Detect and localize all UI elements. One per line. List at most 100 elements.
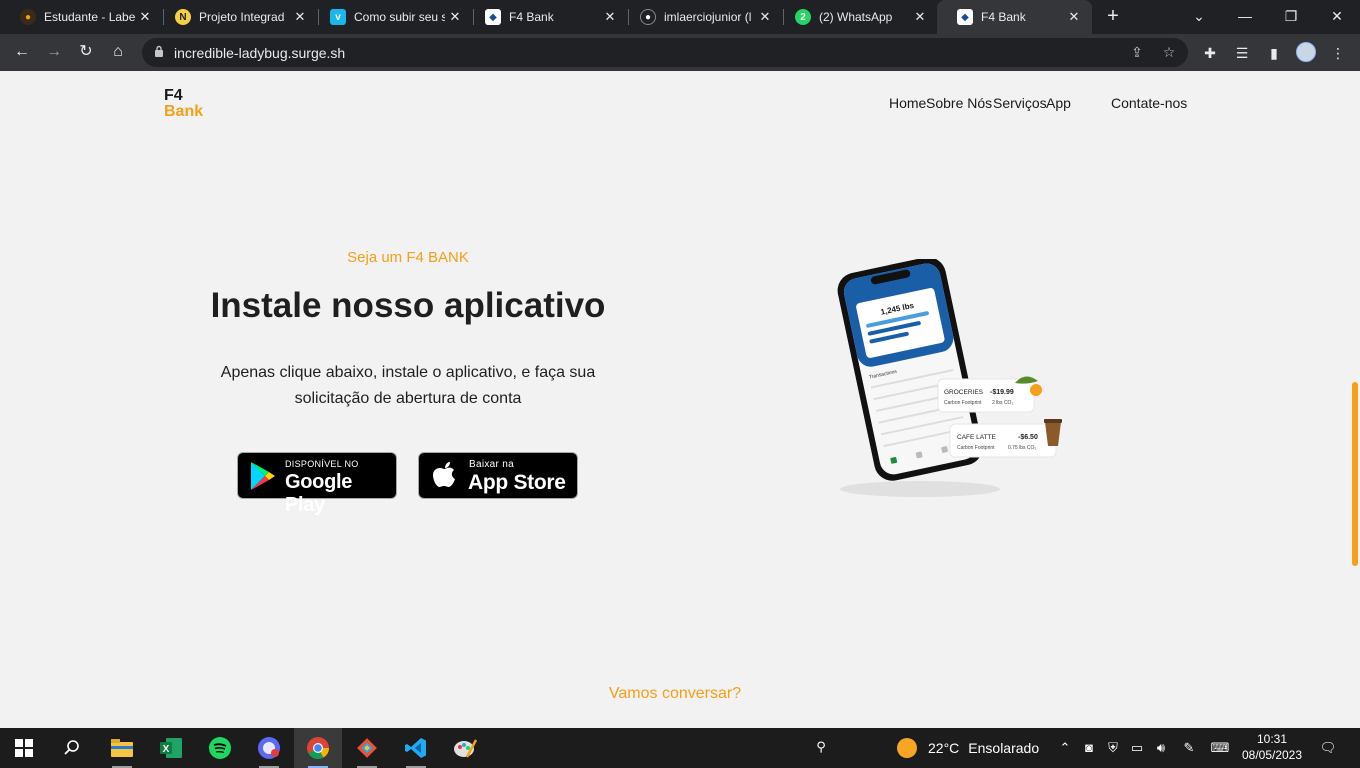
show-hidden-icons-chevron-icon[interactable]: ⌃ [1056, 739, 1074, 757]
tab-title: imlaerciojunior (l [664, 10, 752, 24]
new-tab-button[interactable]: + [1102, 5, 1124, 27]
keyboard-icon[interactable]: ⌨ [1208, 739, 1232, 757]
card1-sub-value: 2 lbs CO₂ [992, 400, 1013, 406]
restore-button[interactable]: ❐ [1268, 0, 1314, 34]
github-icon: ● [640, 9, 656, 25]
volume-icon[interactable]: 🔊︎ [1152, 739, 1170, 757]
tab-f4-bank-active[interactable]: ◆ F4 Bank ✕ [937, 0, 1092, 34]
share-icon[interactable]: ⇪ [1128, 43, 1146, 61]
vscode-icon[interactable] [392, 728, 440, 768]
windows-start-icon[interactable] [0, 728, 48, 768]
close-tab-icon[interactable]: ✕ [135, 9, 155, 25]
phone-mockup-image: 1,245 lbs Transactions GROCERIES -$19.99… [810, 257, 1070, 509]
web-page: F4 Bank Home Sobre Nós Serviços App Cont… [0, 71, 1360, 728]
nav-home[interactable]: Home [889, 95, 926, 111]
tab-f4-bank[interactable]: ◆ F4 Bank ✕ [465, 0, 628, 34]
tab-title: F4 Bank [981, 10, 1026, 24]
f4bank-icon: ◆ [957, 9, 973, 25]
vimeo-icon: v [330, 9, 346, 25]
back-icon[interactable]: ← [10, 40, 34, 64]
weather-widget[interactable]: 22°C Ensolarado [897, 728, 1039, 768]
google-play-small-text: DISPONÍVEL NO [285, 459, 359, 469]
git-kraken-icon[interactable] [343, 728, 391, 768]
tab-estudante-labenu[interactable]: ● Estudante - Labe ✕ [0, 0, 163, 34]
file-explorer-icon[interactable] [98, 728, 146, 768]
forward-icon[interactable]: → [42, 40, 66, 64]
close-tab-icon[interactable]: ✕ [1064, 9, 1084, 25]
phone-illustration: 1,245 lbs Transactions GROCERIES -$19.99… [837, 257, 1062, 497]
weather-description: Ensolarado [968, 740, 1040, 756]
profile-avatar[interactable] [1296, 42, 1316, 62]
clock-time: 10:31 [1256, 732, 1288, 746]
tab-title: F4 Bank [509, 10, 554, 24]
excel-icon[interactable]: X [147, 728, 195, 768]
sun-icon [897, 738, 917, 758]
close-tab-icon[interactable]: ✕ [600, 9, 620, 25]
close-tab-icon[interactable]: ✕ [290, 9, 310, 25]
network-icon[interactable]: ▭ [1128, 739, 1146, 757]
labenu-icon: ● [20, 9, 36, 25]
tab-title: Estudante - Labe [44, 10, 135, 24]
svg-text:X: X [163, 744, 170, 755]
hero-title: Instale nosso aplicativo [210, 286, 606, 325]
meet-now-icon[interactable]: ◙ [1080, 739, 1098, 757]
discord-game-icon[interactable] [245, 728, 293, 768]
close-window-button[interactable]: ✕ [1314, 0, 1360, 34]
close-tab-icon[interactable]: ✕ [755, 9, 775, 25]
google-play-button[interactable]: DISPONÍVEL NO Google Play [237, 452, 397, 516]
tab-projeto-integrado[interactable]: N Projeto Integrad ✕ [155, 0, 318, 34]
notion-icon: N [175, 9, 191, 25]
pen-icon[interactable]: ✎ [1180, 739, 1198, 757]
bookmark-star-icon[interactable]: ☆ [1160, 43, 1178, 61]
tab-github[interactable]: ● imlaerciojunior (l ✕ [620, 0, 783, 34]
nav-sobre-nos[interactable]: Sobre Nós [926, 95, 992, 111]
tab-title: (2) WhatsApp [819, 10, 893, 24]
tab-whatsapp[interactable]: 2 (2) WhatsApp ✕ [775, 0, 938, 34]
f4-bank-logo[interactable]: F4 Bank [164, 88, 203, 120]
spotify-icon[interactable] [196, 728, 244, 768]
notifications-icon[interactable]: 🗨︎ [1318, 739, 1338, 757]
media-queue-icon[interactable]: ☰ [1232, 43, 1252, 63]
google-play-icon [251, 462, 275, 490]
paint-icon[interactable] [441, 728, 489, 768]
tab-vimeo[interactable]: v Como subir seu s ✕ [310, 0, 473, 34]
apple-icon [433, 462, 455, 487]
extensions-icon[interactable]: ✚ [1200, 43, 1220, 63]
tab-title: Projeto Integrad [199, 10, 285, 24]
search-icon[interactable] [48, 728, 96, 768]
people-search-icon[interactable]: ⚲ [812, 738, 830, 756]
address-bar[interactable]: incredible-ladybug.surge.sh ⇪ ☆ [142, 38, 1188, 67]
app-store-big-text: App Store [468, 471, 566, 494]
hero-eyebrow: Seja um F4 BANK [347, 249, 469, 266]
menu-kebab-icon[interactable]: ⋮ [1328, 43, 1348, 63]
taskbar-clock[interactable]: 10:31 08/05/2023 [1238, 731, 1306, 763]
tab-search-icon[interactable]: ⌄ [1176, 0, 1222, 34]
minimize-button[interactable]: — [1222, 0, 1268, 34]
browser-toolbar: ← → ↻ ⌂ incredible-ladybug.surge.sh ⇪ ☆ … [0, 34, 1360, 71]
close-tab-icon[interactable]: ✕ [910, 9, 930, 25]
home-icon[interactable]: ⌂ [106, 40, 130, 64]
scrollbar-thumb[interactable] [1352, 382, 1358, 566]
close-tab-icon[interactable]: ✕ [445, 9, 465, 25]
nav-app[interactable]: App [1046, 95, 1071, 111]
browser-tab-strip: ● Estudante - Labe ✕ N Projeto Integrad … [0, 0, 1360, 34]
reload-icon[interactable]: ↻ [74, 40, 98, 64]
tab-title: Como subir seu s [354, 10, 445, 24]
card2-sub-label: Carbon Footprint [957, 445, 995, 451]
weather-temperature: 22°C [928, 740, 960, 756]
url-text: incredible-ladybug.surge.sh [174, 45, 346, 61]
whatsapp-icon: 2 [795, 9, 811, 25]
page-scrollbar[interactable] [1350, 71, 1360, 728]
card1-sub-label: Carbon Footprint [944, 400, 982, 406]
side-panel-icon[interactable]: ▮ [1264, 43, 1284, 63]
f4bank-icon: ◆ [485, 9, 501, 25]
nav-servicos[interactable]: Serviços [993, 95, 1047, 111]
nav-contate-nos[interactable]: Contate-nos [1111, 95, 1187, 111]
app-store-button[interactable]: Baixar na App Store [418, 452, 578, 499]
chrome-icon[interactable] [294, 728, 342, 768]
card2-label: CAFE LATTE [957, 434, 997, 441]
lock-icon [155, 45, 163, 57]
security-shield-icon[interactable]: ⛨ [1104, 739, 1122, 757]
card1-amount: -$19.99 [990, 389, 1014, 396]
windows-taskbar: X ⚲ 22°C Ensolarado ⌃ ◙ ⛨ ▭ 🔊︎ ✎ ⌨ 10:31… [0, 728, 1360, 768]
